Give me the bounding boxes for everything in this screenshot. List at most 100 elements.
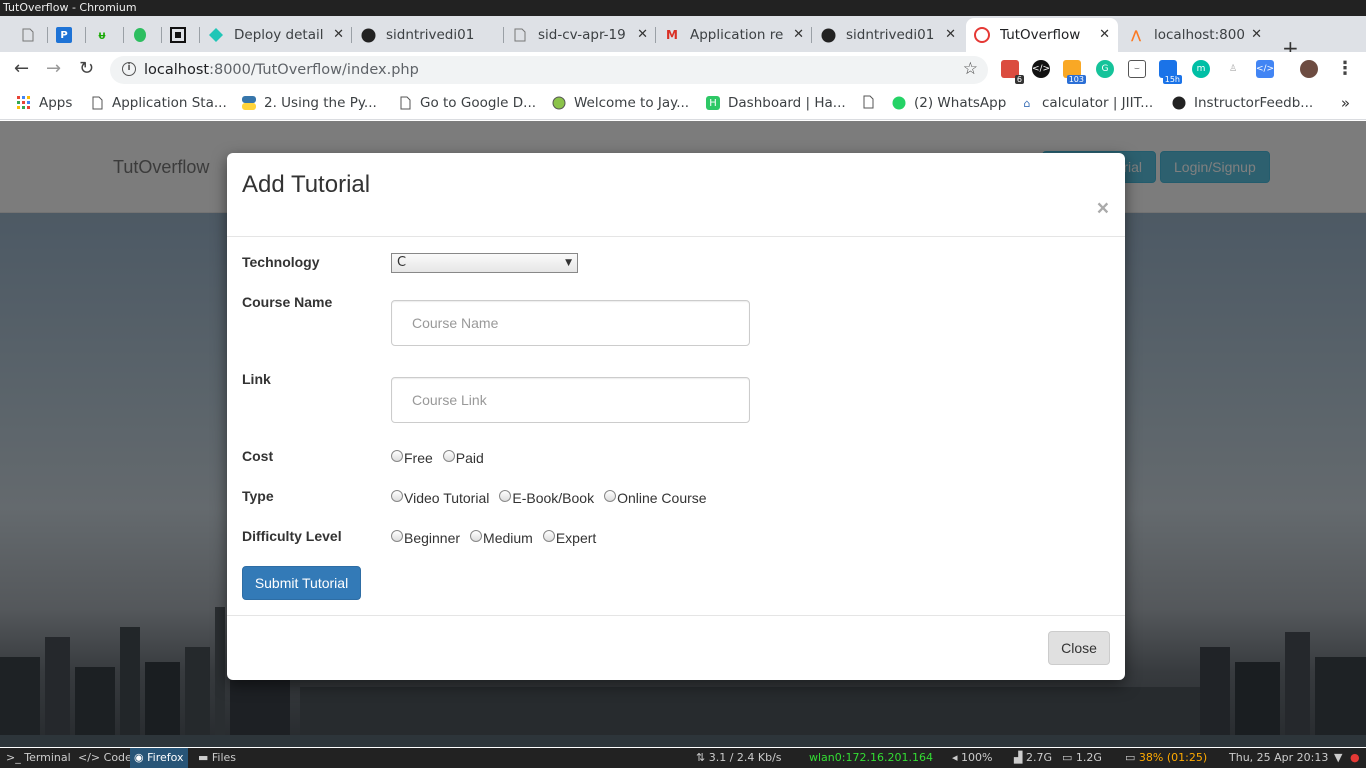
feedly-icon[interactable]: 103: [1063, 60, 1086, 84]
tab-tutoverflow[interactable]: TutOverflow ✕: [966, 18, 1118, 52]
modal-header: Add Tutorial ×: [227, 153, 1125, 237]
radio-button[interactable]: [442, 450, 455, 462]
bookmarks-bar: Apps Application Sta... 2. Using the Py.…: [0, 88, 1366, 120]
window-title: TutOverflow - Chromium: [0, 0, 1366, 16]
file-icon: [861, 95, 875, 109]
url-text[interactable]: localhost:8000/TutOverflow/index.php: [144, 62, 419, 78]
close-tab-icon[interactable]: ✕: [945, 27, 956, 42]
forward-icon[interactable]: →: [46, 59, 61, 79]
close-button[interactable]: Close: [1048, 631, 1110, 665]
volume-status: ◂ 100%: [952, 751, 993, 764]
course-link-input[interactable]: Course Link: [391, 377, 750, 423]
bookmark-using-python[interactable]: 2. Using the Py...: [242, 95, 377, 111]
bookmarks-overflow-icon[interactable]: »: [1341, 94, 1350, 112]
type-option-video[interactable]: Video Tutorial: [391, 490, 489, 506]
cost-option-free[interactable]: Free: [391, 450, 433, 466]
radio-button[interactable]: [542, 530, 555, 542]
course-name-input[interactable]: Course Name: [391, 300, 750, 346]
profile-avatar[interactable]: [1300, 60, 1318, 78]
tab-pinned-file[interactable]: [12, 18, 48, 52]
mercury-icon[interactable]: m: [1192, 60, 1210, 78]
bookmark-application-status[interactable]: Application Sta...: [90, 95, 227, 111]
submit-tutorial-button[interactable]: Submit Tutorial: [242, 566, 361, 600]
bookmark-whatsapp[interactable]: (2) WhatsApp: [892, 95, 1006, 111]
clock: Thu, 25 Apr 20:13: [1229, 751, 1329, 764]
github-icon: [360, 27, 376, 43]
apps-grid-icon: [17, 96, 31, 110]
cost-option-paid[interactable]: Paid: [442, 450, 484, 466]
difficulty-option-beginner[interactable]: Beginner: [391, 530, 460, 546]
tray-icon[interactable]: ●: [1350, 748, 1360, 768]
evernote-icon: [132, 27, 148, 43]
radio-button[interactable]: [499, 490, 512, 502]
hackerrank-icon: H: [706, 96, 720, 110]
code-icon[interactable]: </>: [1032, 60, 1050, 78]
tab-gmail[interactable]: M Application re ✕: [656, 18, 812, 52]
page-viewport: TutOverflow rial Login/Signup Add Tutori…: [0, 121, 1366, 747]
radio-button[interactable]: [391, 530, 403, 542]
github-icon: [1172, 96, 1186, 110]
type-option-online-course[interactable]: Online Course: [604, 490, 707, 506]
radio-button[interactable]: [470, 530, 483, 542]
tab-github-2[interactable]: sidntrivedi01 ✕: [812, 18, 964, 52]
calendar-icon[interactable]: 15h: [1159, 60, 1182, 84]
bookmark-star-icon[interactable]: ☆: [963, 59, 978, 79]
tab-github-1[interactable]: sidntrivedi01: [352, 18, 504, 52]
back-icon[interactable]: ←: [14, 59, 29, 79]
bookmark-welcome-jay[interactable]: Welcome to Jay...: [552, 95, 689, 111]
pycharm-icon: P: [56, 27, 72, 43]
todoist-icon[interactable]: 6: [1001, 60, 1024, 84]
radio-button[interactable]: [604, 490, 617, 502]
tab-localhost[interactable]: ⋀ localhost:800 ✕: [1120, 18, 1270, 52]
bookmark-instructor-feedback[interactable]: InstructorFeedb...: [1172, 95, 1313, 111]
tutoverflow-icon: [974, 27, 990, 43]
difficulty-option-medium[interactable]: Medium: [470, 530, 533, 546]
globe-icon: [552, 96, 566, 110]
system-status-bar: >_ Terminal </> Code ◉ Firefox ▬ Files ⇅…: [0, 748, 1366, 768]
workspace-terminal[interactable]: >_ Terminal: [2, 748, 75, 768]
tab-pinned-upwork[interactable]: ᵾ: [86, 18, 124, 52]
address-bar[interactable]: i localhost:8000/TutOverflow/index.php ☆: [110, 56, 988, 84]
grammarly-icon[interactable]: G: [1096, 60, 1114, 78]
workspace-code[interactable]: </> Code: [74, 748, 136, 768]
python-icon: [242, 96, 256, 110]
memory-status: ▭ 1.2G: [1062, 751, 1102, 764]
netlify-icon: [208, 27, 224, 43]
workspace-firefox[interactable]: ◉ Firefox: [130, 748, 188, 768]
close-icon[interactable]: ×: [1097, 198, 1109, 219]
devtools-icon[interactable]: </>: [1256, 60, 1274, 78]
pocket-icon[interactable]: ⌣: [1128, 60, 1146, 78]
radio-button[interactable]: [391, 450, 403, 462]
close-tab-icon[interactable]: ✕: [1099, 27, 1110, 42]
wifi-icon[interactable]: ▼: [1334, 748, 1342, 768]
tab-pinned-qr[interactable]: [162, 18, 200, 52]
modal-footer: Close: [227, 615, 1125, 680]
technology-select[interactable]: C ▼: [391, 253, 578, 273]
tab-pinned-evernote[interactable]: [124, 18, 162, 52]
tab-deploy-details[interactable]: Deploy detail ✕: [200, 18, 352, 52]
bookmark-hackerrank[interactable]: H Dashboard | Ha...: [706, 95, 846, 111]
close-tab-icon[interactable]: ✕: [637, 27, 648, 42]
bookmark-blank[interactable]: [861, 95, 883, 109]
bookmark-apps[interactable]: Apps: [17, 95, 72, 111]
course-name-label: Course Name: [242, 294, 333, 310]
type-option-ebook[interactable]: E-Book/Book: [499, 490, 594, 506]
radio-button[interactable]: [391, 490, 403, 502]
tab-sid-cv[interactable]: sid-cv-apr-19 ✕: [504, 18, 656, 52]
close-tab-icon[interactable]: ✕: [333, 27, 344, 42]
puzzle-icon[interactable]: ♙: [1224, 60, 1242, 78]
site-info-icon[interactable]: i: [122, 62, 136, 76]
close-tab-icon[interactable]: ✕: [793, 27, 804, 42]
difficulty-option-expert[interactable]: Expert: [542, 530, 596, 546]
tab-pinned-pycharm[interactable]: P: [48, 18, 86, 52]
add-tutorial-modal: Add Tutorial × Technology C ▼ Course Nam…: [227, 153, 1125, 680]
bookmark-google-drive[interactable]: Go to Google D...: [398, 95, 536, 111]
bookmark-calculator-jiit[interactable]: ⌂ calculator | JIIT...: [1020, 95, 1154, 111]
menu-icon[interactable]: ⋮: [1336, 59, 1354, 79]
type-label: Type: [242, 488, 274, 504]
workspace-files[interactable]: ▬ Files: [194, 748, 240, 768]
close-tab-icon[interactable]: ✕: [1251, 27, 1262, 42]
disk-status: ▟ 2.7G: [1014, 751, 1052, 764]
reload-icon[interactable]: ↻: [79, 59, 94, 79]
xampp-icon: ⋀: [1130, 28, 1142, 42]
